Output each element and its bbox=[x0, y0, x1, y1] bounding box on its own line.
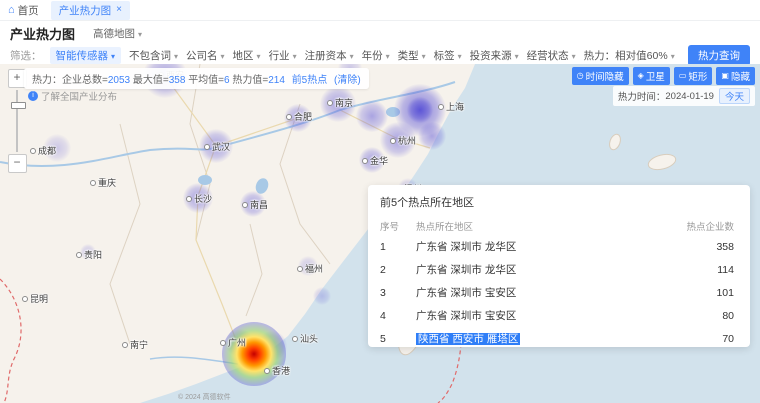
filter-industry[interactable]: 行业 bbox=[269, 48, 297, 63]
heat-time-label: 热力时间： bbox=[618, 89, 666, 103]
row-count: 358 bbox=[654, 241, 738, 253]
heat-query-button[interactable]: 热力查询 bbox=[688, 45, 750, 66]
map-provider-select[interactable]: 高德地图 bbox=[93, 26, 142, 41]
row-region-selected: 陕西省 西安市 雁塔区 bbox=[416, 333, 520, 345]
table-header: 序号 热点所在地区 热点企业数 bbox=[380, 217, 738, 235]
filter-company-name[interactable]: 公司名 bbox=[186, 48, 225, 63]
stats-total: 2053 bbox=[108, 75, 130, 86]
table-row[interactable]: 3 广东省 深圳市 宝安区 101 bbox=[380, 281, 738, 304]
table-row[interactable]: 5 陕西省 西安市 雁塔区 70 bbox=[380, 327, 738, 350]
filter-selected-keyword[interactable]: 智能传感器 bbox=[50, 47, 122, 64]
tab-industry-heatmap[interactable]: 产业热力图 bbox=[51, 1, 130, 20]
row-no: 1 bbox=[380, 241, 416, 253]
today-button[interactable]: 今天 bbox=[719, 88, 750, 104]
filter-registered-capital[interactable]: 注册资本 bbox=[305, 48, 354, 63]
hide-icon bbox=[721, 72, 729, 80]
filter-label: 筛选： bbox=[10, 48, 42, 63]
heat-time-bar: 热力时间： 2024-01-19 今天 bbox=[613, 86, 755, 106]
page-header: 产业热力图 高德地图 bbox=[0, 21, 760, 45]
map-attribution: © 2024 高德软件 bbox=[178, 392, 231, 402]
tab-label: 产业热力图 bbox=[59, 3, 112, 18]
map-canvas[interactable]: 西安 成都 重庆 武汉 合肥 南京 上海 杭州 金华 温州 长沙 南昌 福州 贵… bbox=[0, 64, 760, 403]
table-row[interactable]: 1 广东省 深圳市 龙华区 358 bbox=[380, 235, 738, 258]
filter-type[interactable]: 类型 bbox=[398, 48, 426, 63]
province-borders bbox=[110, 64, 330, 344]
filter-year[interactable]: 年份 bbox=[362, 48, 390, 63]
row-no: 2 bbox=[380, 264, 416, 276]
zoom-slider-handle[interactable] bbox=[11, 102, 26, 109]
stats-avg-label: 平均值= bbox=[188, 75, 224, 86]
top-navbar: 首页 产业热力图 bbox=[0, 0, 760, 21]
hide-label: 隐藏 bbox=[731, 69, 750, 83]
stats-max-label: 最大值= bbox=[133, 75, 169, 86]
filter-tag[interactable]: 标签 bbox=[434, 48, 462, 63]
satellite-button[interactable]: 卫星 bbox=[633, 67, 670, 85]
row-region: 广东省 深圳市 龙华区 bbox=[416, 239, 654, 254]
filter-region[interactable]: 地区 bbox=[233, 48, 261, 63]
stats-max: 358 bbox=[169, 75, 186, 86]
row-count: 114 bbox=[654, 264, 738, 276]
col-no: 序号 bbox=[380, 219, 416, 233]
filter-heat-relative[interactable]: 热力：相对值60% bbox=[584, 48, 675, 63]
stats-heat-label: 热力值= bbox=[232, 75, 268, 86]
close-icon[interactable] bbox=[116, 5, 122, 15]
table-row[interactable]: 2 广东省 深圳市 龙华区 114 bbox=[380, 258, 738, 281]
map-controls: 时间隐藏 卫星 矩形 隐藏 bbox=[572, 67, 755, 85]
time-toggle-button[interactable]: 时间隐藏 bbox=[572, 67, 629, 85]
clear-link[interactable]: (清除) bbox=[334, 75, 361, 86]
row-no: 3 bbox=[380, 287, 416, 299]
zoom-slider[interactable] bbox=[13, 90, 22, 152]
rectangle-label: 矩形 bbox=[688, 69, 707, 83]
panel-title: 前5个热点所在地区 bbox=[380, 194, 738, 210]
heat-time-value: 2024-01-19 bbox=[665, 91, 714, 102]
row-no: 4 bbox=[380, 310, 416, 322]
stats-label: 热力：企业总数= bbox=[32, 75, 108, 86]
filter-business-status[interactable]: 经营状态 bbox=[527, 48, 576, 63]
row-count: 70 bbox=[654, 333, 738, 345]
page-title: 产业热力图 bbox=[10, 24, 75, 43]
top5-hotspots-link[interactable]: 前5热点 bbox=[292, 75, 328, 86]
breadcrumb-home[interactable]: 首页 bbox=[18, 3, 39, 18]
row-count: 80 bbox=[654, 310, 738, 322]
row-region: 广东省 深圳市 宝安区 bbox=[416, 285, 654, 300]
row-region: 广东省 深圳市 龙华区 bbox=[416, 262, 654, 277]
filter-bar: 筛选： 智能传感器 不包含词 公司名 地区 行业 注册资本 年份 类型 标签 投… bbox=[0, 45, 760, 66]
col-region: 热点所在地区 bbox=[416, 219, 654, 233]
hint-text: 了解全国产业分布 bbox=[41, 89, 117, 103]
info-icon bbox=[28, 91, 38, 101]
satellite-icon bbox=[638, 72, 644, 80]
row-count: 101 bbox=[654, 287, 738, 299]
rectangle-icon bbox=[679, 72, 687, 80]
top5-hotspot-panel: 前5个热点所在地区 序号 热点所在地区 热点企业数 1 广东省 深圳市 龙华区 … bbox=[368, 185, 750, 347]
hide-button[interactable]: 隐藏 bbox=[716, 67, 755, 85]
stats-avg: 6 bbox=[224, 75, 230, 86]
table-row[interactable]: 4 广东省 深圳市 宝安区 80 bbox=[380, 304, 738, 327]
rectangle-button[interactable]: 矩形 bbox=[674, 67, 713, 85]
home-icon bbox=[8, 4, 15, 16]
heat-stats-bar: 热力：企业总数=2053 最大值=358 平均值=6 热力值=214 前5热点 … bbox=[24, 68, 369, 89]
satellite-label: 卫星 bbox=[646, 69, 665, 83]
row-region: 广东省 深圳市 宝安区 bbox=[416, 308, 654, 323]
stats-heat: 214 bbox=[268, 75, 285, 86]
zoom-out-button[interactable]: − bbox=[8, 154, 27, 173]
map-hint: 了解全国产业分布 bbox=[28, 89, 117, 103]
col-count: 热点企业数 bbox=[654, 219, 738, 233]
clock-icon bbox=[577, 72, 584, 80]
time-toggle-label: 时间隐藏 bbox=[586, 69, 624, 83]
filter-exclude-word[interactable]: 不包含词 bbox=[129, 48, 178, 63]
row-no: 5 bbox=[380, 333, 416, 345]
filter-investment-source[interactable]: 投资来源 bbox=[470, 48, 519, 63]
